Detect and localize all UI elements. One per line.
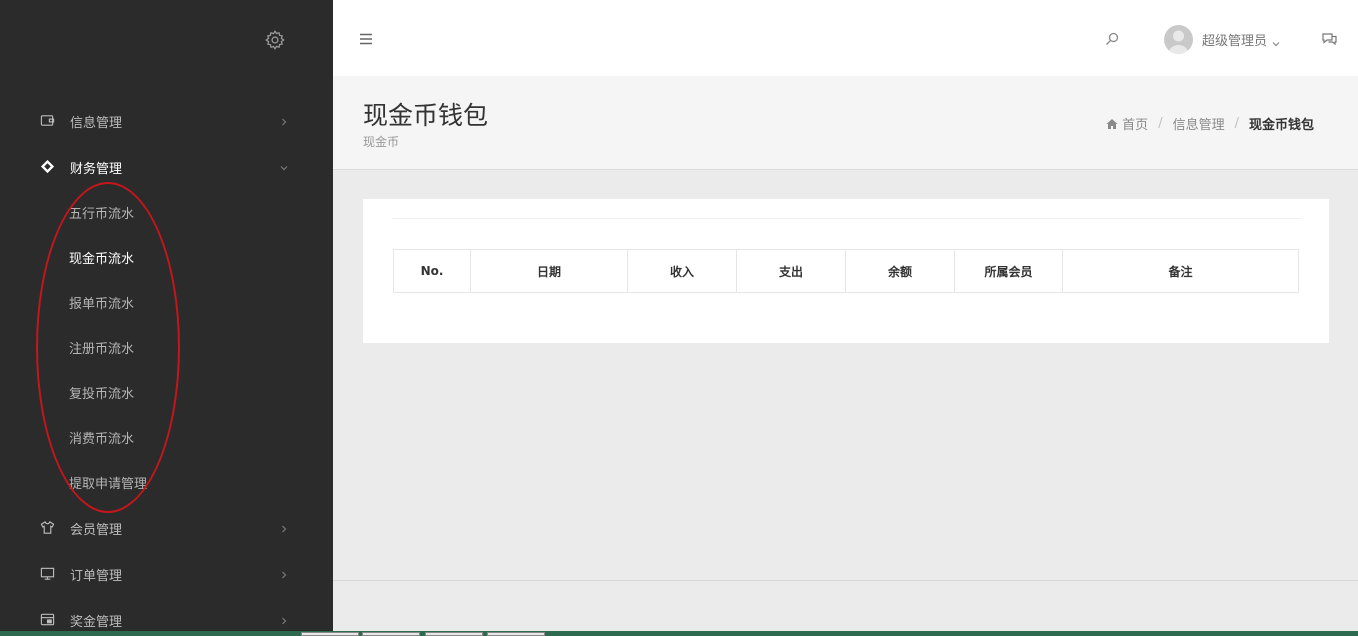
panel-divider [393, 218, 1301, 219]
page-header: 现金币钱包 现金币 首页 / 信息管理 / 现金币钱包 [333, 76, 1358, 170]
page-title: 现金币钱包 [363, 101, 489, 130]
finance-submenu: 五行币流水 现金币流水 报单币流水 注册币流水 复投币流水 消费币流水 提取申请… [0, 190, 333, 505]
hamburger-menu-icon[interactable] [358, 31, 374, 47]
taskbar-button[interactable] [301, 632, 359, 636]
breadcrumb: 首页 / 信息管理 / 现金币钱包 [1106, 114, 1314, 133]
sidebar-subitem-withdraw-management[interactable]: 提取申请管理 [0, 460, 333, 505]
chevron-right-icon [279, 569, 289, 579]
column-header-expense[interactable]: 支出 [736, 249, 846, 293]
sidebar-item-finance-management[interactable]: 财务管理 [0, 144, 333, 190]
sidebar-item-label: 财务管理 [70, 161, 123, 177]
search-icon[interactable] [1104, 31, 1120, 47]
topbar: 超级管理员 [333, 0, 1358, 76]
sidebar: 信息管理 财务管理 五行币流水 现金币流水 报单币流水 注册币流水 复投币流水 … [0, 0, 333, 636]
sidebar-subitem-consume-coin-flow[interactable]: 消费币流水 [0, 415, 333, 460]
breadcrumb-current: 现金币钱包 [1248, 118, 1314, 133]
sidebar-menu: 信息管理 财务管理 五行币流水 现金币流水 报单币流水 注册币流水 复投币流水 … [0, 98, 333, 636]
avatar[interactable] [1164, 25, 1193, 54]
taskbar-button[interactable] [425, 632, 483, 636]
sidebar-subitem-reinvest-coin-flow[interactable]: 复投币流水 [0, 370, 333, 415]
column-header-remark[interactable]: 备注 [1062, 249, 1299, 293]
table-header-row: No. 日期 收入 支出 余额 所属会员 备注 [393, 249, 1299, 293]
wallet-icon [40, 113, 55, 128]
chevron-right-icon [279, 523, 289, 533]
diamond-tag-icon [40, 159, 55, 174]
sidebar-subitem-wuxing-flow[interactable]: 五行币流水 [0, 190, 333, 235]
sidebar-item-label: 订单管理 [70, 568, 123, 584]
column-header-date[interactable]: 日期 [470, 249, 628, 293]
chevron-right-icon [279, 615, 289, 625]
user-name[interactable]: 超级管理员 [1202, 30, 1267, 49]
column-header-member[interactable]: 所属会员 [954, 249, 1063, 293]
gear-icon[interactable] [264, 29, 286, 51]
breadcrumb-home[interactable]: 首页 [1122, 114, 1148, 133]
chevron-down-icon [279, 162, 289, 172]
taskbar-button[interactable] [362, 632, 420, 636]
home-icon [1106, 118, 1118, 130]
page-subtitle: 现金币 [363, 135, 400, 149]
shirt-icon [40, 520, 55, 535]
breadcrumb-separator: / [1158, 116, 1163, 131]
data-table: No. 日期 收入 支出 余额 所属会员 备注 [393, 249, 1299, 293]
sidebar-subitem-register-coin-flow[interactable]: 注册币流水 [0, 325, 333, 370]
sidebar-item-member-management[interactable]: 会员管理 [0, 505, 333, 551]
footer-divider [333, 580, 1358, 581]
column-header-balance[interactable]: 余额 [845, 249, 955, 293]
wallet-card-icon [40, 612, 55, 627]
monitor-icon [40, 566, 55, 581]
os-taskbar [0, 631, 1358, 636]
sidebar-item-label: 信息管理 [70, 115, 123, 131]
breadcrumb-parent[interactable]: 信息管理 [1173, 114, 1225, 133]
chevron-down-icon[interactable] [1271, 34, 1281, 47]
column-header-income[interactable]: 收入 [627, 249, 737, 293]
sidebar-subitem-order-coin-flow[interactable]: 报单币流水 [0, 280, 333, 325]
breadcrumb-separator: / [1234, 116, 1239, 131]
column-header-no[interactable]: No. [393, 249, 471, 293]
sidebar-item-order-management[interactable]: 订单管理 [0, 551, 333, 597]
sidebar-subitem-cash-flow[interactable]: 现金币流水 [0, 235, 333, 280]
chevron-right-icon [279, 116, 289, 126]
sidebar-item-label: 奖金管理 [70, 614, 123, 630]
sidebar-item-info-management[interactable]: 信息管理 [0, 98, 333, 144]
content-panel: No. 日期 收入 支出 余额 所属会员 备注 [363, 199, 1329, 343]
chat-icon[interactable] [1321, 31, 1338, 47]
taskbar-button[interactable] [487, 632, 545, 636]
sidebar-item-label: 会员管理 [70, 522, 123, 538]
